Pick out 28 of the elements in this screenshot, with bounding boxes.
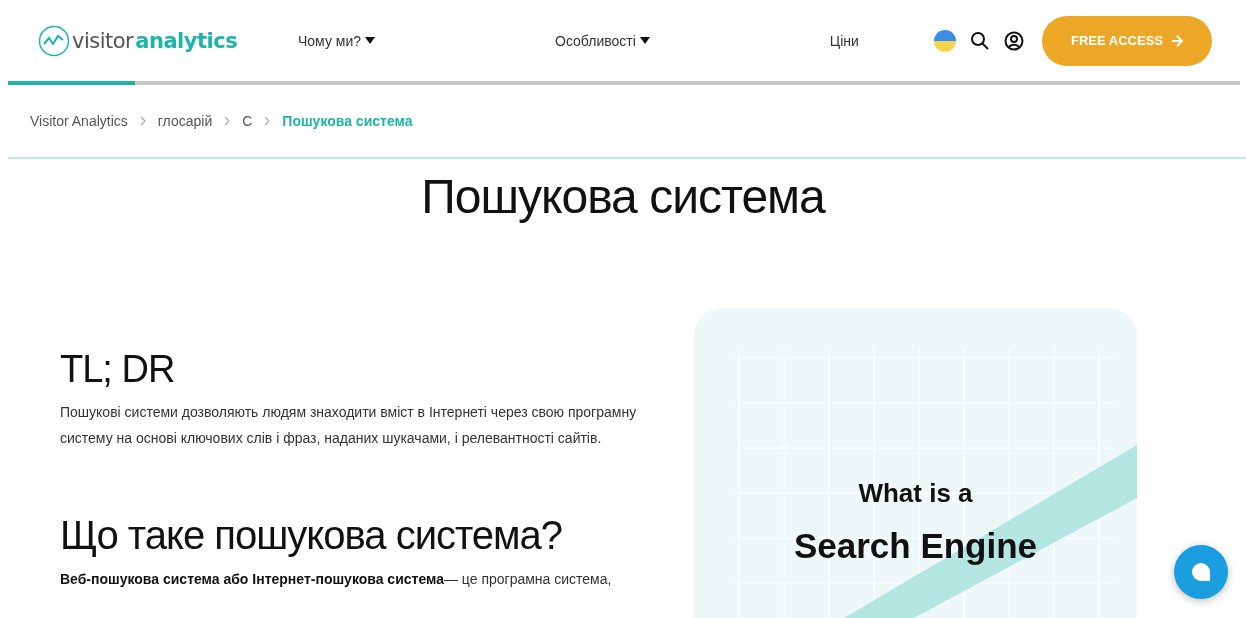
nav-link[interactable]: Особливості bbox=[555, 32, 650, 49]
logo-text: visitor bbox=[72, 28, 134, 53]
logo-icon bbox=[38, 24, 70, 57]
chat-icon bbox=[1191, 562, 1211, 582]
page-title: Пошукова система bbox=[420, 169, 827, 224]
chat-button[interactable] bbox=[1174, 545, 1228, 599]
logo[interactable]: visitoranalytics bbox=[38, 24, 298, 57]
nav-link[interactable]: Ціни bbox=[829, 32, 859, 49]
nav-link[interactable]: Чому ми? bbox=[298, 32, 376, 49]
caret-icon bbox=[639, 37, 650, 44]
paragraph: Веб-пошукова система або Інтернет-пошукова система— це програмна система, bbox=[60, 570, 613, 589]
illustration-text: Search Engine bbox=[792, 526, 1039, 566]
user-icon[interactable] bbox=[1004, 30, 1024, 51]
caret-icon bbox=[365, 37, 376, 44]
breadcrumb-link[interactable]: глосарій bbox=[157, 113, 213, 129]
chevron-icon bbox=[139, 116, 146, 126]
paragraph: Пошукові системи дозволяють людям знаходити вміст в Інтернеті через свою програмну систему на основі ключових слів і фраз, наданих шукачами, і релевантності сайтів. bbox=[60, 403, 638, 448]
breadcrumb-link[interactable]: Visitor Analytics bbox=[30, 113, 128, 129]
search-icon[interactable] bbox=[970, 30, 990, 51]
breadcrumb-link[interactable]: C bbox=[242, 113, 253, 129]
section-heading: Що таке пошукова система? bbox=[60, 513, 564, 558]
arrow-icon bbox=[1171, 34, 1183, 47]
chevron-icon bbox=[224, 116, 231, 126]
logo-text: analytics bbox=[135, 28, 238, 53]
section-heading: TL; DR bbox=[60, 348, 176, 391]
chevron-icon bbox=[264, 116, 271, 126]
flag-icon[interactable] bbox=[934, 29, 956, 52]
illustration-text: What is a bbox=[857, 478, 974, 509]
